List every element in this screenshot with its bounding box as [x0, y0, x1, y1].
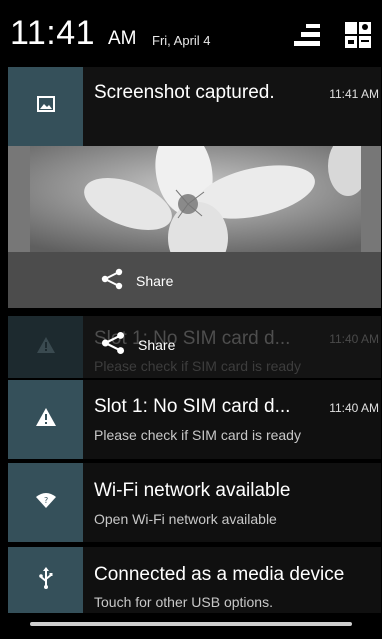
- share-icon: [100, 330, 126, 361]
- notification-time: 11:41 AM: [329, 87, 379, 101]
- usb-icon: [38, 566, 54, 594]
- notification-usb[interactable]: Connected as a media device Touch for ot…: [8, 547, 381, 613]
- notification-icon-box: [8, 547, 83, 613]
- notification-subtitle: Touch for other USB options.: [94, 594, 273, 610]
- share-label: Share: [138, 337, 176, 353]
- clock-ampm: AM: [108, 28, 137, 49]
- notification-icon-box: [8, 67, 83, 146]
- notification-shade-header: 11:41 AM Fri, April 4: [0, 0, 382, 66]
- notification-icon-box: ?: [8, 463, 83, 542]
- svg-text:?: ?: [44, 496, 48, 505]
- preview-edge-left: [8, 146, 30, 252]
- share-label: Share: [136, 273, 174, 289]
- notification-sim[interactable]: Slot 1: No SIM card d... 11:40 AM Please…: [8, 380, 381, 459]
- notification-icon-box: [8, 380, 83, 459]
- clock-time: 11:41: [10, 14, 96, 52]
- notification-title: Screenshot captured.: [94, 82, 275, 103]
- notification-subtitle: Please check if SIM card is ready: [94, 427, 301, 443]
- notification-title: Slot 1: No SIM card d...: [94, 396, 291, 417]
- warning-icon: [36, 336, 56, 359]
- clock-date: Fri, April 4: [152, 33, 211, 48]
- screenshot-preview-image[interactable]: [8, 146, 381, 252]
- share-button[interactable]: Share: [100, 328, 175, 362]
- notification-time: 11:40 AM: [329, 332, 379, 346]
- notification-screenshot[interactable]: Screenshot captured. 11:41 AM: [8, 67, 381, 146]
- notification-icon-box: [8, 316, 83, 378]
- notification-title: Wi-Fi network available: [94, 480, 291, 501]
- screenshot-share-bar: Share: [8, 252, 381, 308]
- notification-time: 11:40 AM: [329, 401, 379, 415]
- share-button[interactable]: Share: [100, 266, 173, 296]
- notification-subtitle: Open Wi-Fi network available: [94, 511, 277, 527]
- notification-title: Connected as a media device: [94, 564, 345, 585]
- wifi-icon: ?: [35, 491, 57, 514]
- profile-icon[interactable]: [343, 20, 373, 50]
- share-icon: [100, 267, 124, 296]
- warning-icon: [35, 407, 57, 432]
- notification-sim-swiping[interactable]: Slot 1: No SIM card d... Please check if…: [8, 316, 381, 378]
- notification-wifi[interactable]: ? Wi-Fi network available Open Wi-Fi net…: [8, 463, 381, 542]
- preview-edge-right: [361, 146, 381, 252]
- quick-settings-toggle-icon[interactable]: [292, 22, 322, 48]
- image-icon: [36, 95, 55, 118]
- shade-drag-handle[interactable]: [30, 622, 352, 626]
